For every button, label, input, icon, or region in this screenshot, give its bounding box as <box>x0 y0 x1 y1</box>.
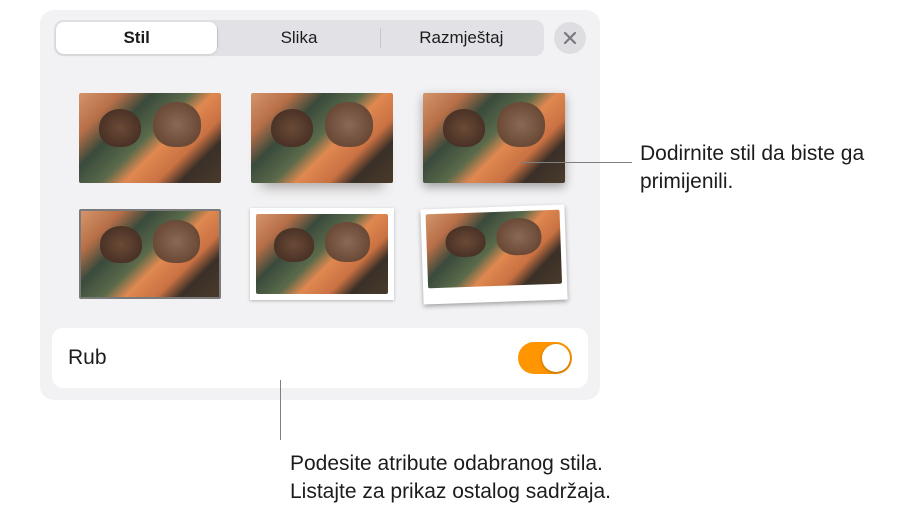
toggle-knob <box>542 344 570 372</box>
tab-image-label: Slika <box>281 28 318 48</box>
style-preview-image <box>79 93 221 183</box>
style-preview-image <box>423 93 565 183</box>
style-grid <box>40 66 600 328</box>
style-polaroid-wrap <box>420 204 567 304</box>
close-button[interactable] <box>554 22 586 54</box>
tab-layout[interactable]: Razmještaj <box>381 22 542 54</box>
callout-adjust-attributes: Podesite atribute odabranog stila. Lista… <box>290 450 690 507</box>
callout-leader-line <box>280 380 281 440</box>
style-option-shadow[interactable] <box>420 90 568 186</box>
callout-adjust-line1: Podesite atribute odabranog stila. <box>290 452 603 475</box>
border-row: Rub <box>52 328 588 388</box>
callout-tap-style: Dodirnite stil da biste ga primijenili. <box>640 140 890 197</box>
tab-layout-label: Razmještaj <box>419 28 503 48</box>
style-preview-image <box>426 209 563 288</box>
tab-style[interactable]: Stil <box>56 22 217 54</box>
panel-header: Stil Slika Razmještaj <box>40 10 600 66</box>
style-preview-image <box>251 93 393 183</box>
tab-style-label: Stil <box>123 28 149 48</box>
style-frame-wrap <box>250 208 394 300</box>
style-option-polaroid[interactable] <box>420 206 568 302</box>
border-toggle[interactable] <box>518 342 572 374</box>
tab-image[interactable]: Slika <box>218 22 379 54</box>
style-option-frame[interactable] <box>248 206 396 302</box>
border-label: Rub <box>68 346 107 370</box>
style-option-border[interactable] <box>76 206 224 302</box>
style-option-reflect[interactable] <box>248 90 396 186</box>
style-preview-image <box>256 214 388 294</box>
style-preview-image <box>79 209 221 299</box>
format-panel: Stil Slika Razmještaj <box>40 10 600 400</box>
close-icon <box>563 31 577 45</box>
segmented-control: Stil Slika Razmještaj <box>54 20 544 56</box>
callout-adjust-line2: Listajte za prikaz ostalog sadržaja. <box>290 480 611 503</box>
callout-leader-line <box>520 162 632 163</box>
style-option-plain[interactable] <box>76 90 224 186</box>
